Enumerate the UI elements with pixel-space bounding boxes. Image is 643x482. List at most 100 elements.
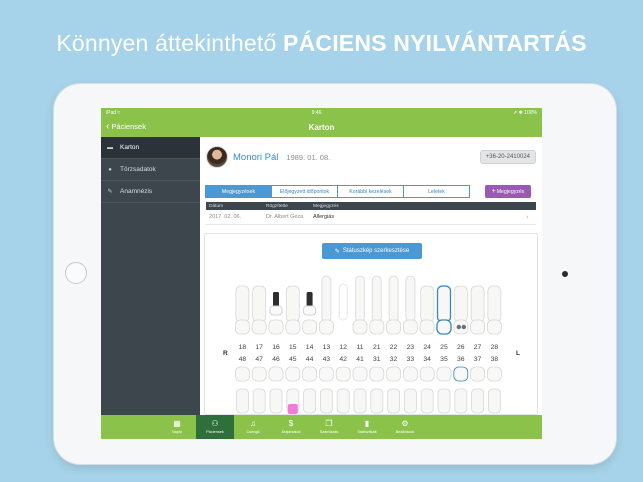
tab-csengo[interactable]: ♫ Csengő — [234, 415, 272, 439]
row-date: 2017. 02. 06. — [209, 214, 242, 220]
notes-table: Dátum Rögzítette Megjegyzés 2017. 02. 06… — [206, 202, 536, 225]
lower-tooth — [487, 388, 501, 414]
tooth-number: 37 — [473, 356, 482, 363]
bell-icon: ♫ — [250, 419, 256, 428]
chevron-left-icon: ‹ — [106, 120, 110, 132]
lower-occlusal — [352, 366, 368, 382]
upper-occlusal — [369, 319, 385, 335]
tab-appointments[interactable]: Előjegyzett időpontok — [271, 185, 338, 198]
upper-occlusal — [268, 319, 284, 335]
lower-tooth — [454, 388, 468, 414]
lower-occlusal — [335, 366, 351, 382]
upper-tooth — [405, 275, 416, 323]
tooth-number: 21 — [372, 344, 381, 351]
lower-occlusal — [470, 366, 486, 382]
upper-tooth — [285, 285, 300, 323]
upper-occlusal — [352, 319, 368, 335]
tooth-number: 22 — [389, 344, 398, 351]
upper-tooth — [355, 275, 365, 323]
tooth-number: 28 — [490, 344, 499, 351]
tab-beallitasok[interactable]: ⚙ Beállítások — [386, 415, 424, 439]
amalgam-filling — [461, 324, 466, 330]
status-bar: iPad ≈ 9:46 ➚ ✱ 100% — [101, 108, 542, 117]
back-button[interactable]: ‹ Páciensek — [106, 120, 146, 132]
tab-label: Számlázás — [319, 430, 339, 434]
tooth-number: 33 — [406, 356, 415, 363]
teeth-chart — [234, 275, 502, 414]
edit-status-label: Státuszkép szerkesztése — [342, 248, 410, 254]
tab-findings[interactable]: Leletek — [403, 185, 470, 198]
patient-header: Monori Pál 1989. 01. 08. +36-20-2410024 — [200, 137, 542, 177]
upper-tooth — [252, 285, 267, 323]
home-button — [65, 262, 87, 284]
tab-treatments[interactable]: Korábbi kezelések — [337, 185, 404, 198]
upper-occlusal — [285, 319, 301, 335]
tab-label: Beállítások — [395, 430, 415, 434]
upper-tooth — [420, 285, 435, 323]
tab-notes[interactable]: Megjegyzések — [205, 185, 272, 198]
tooth-number: 36 — [456, 356, 465, 363]
tooth-number: 24 — [423, 344, 431, 351]
lower-tooth — [471, 388, 485, 414]
lower-tooth — [437, 388, 451, 414]
sidebar-item-label: Anamnézis — [120, 188, 153, 195]
add-note-button[interactable]: + Megjegyzés — [485, 185, 531, 198]
col-by: Rögzítette — [266, 203, 288, 209]
battery-text: ➚ ✱ 100% — [513, 109, 537, 116]
lower-occlusal — [419, 366, 435, 382]
tooth-number: 31 — [372, 356, 381, 363]
upper-tooth — [388, 275, 399, 323]
sidebar-item-anamnezis[interactable]: ✎ Anamnézis — [101, 181, 200, 203]
user-icon: ⚇ — [211, 419, 219, 428]
upper-occlusal — [319, 319, 334, 335]
tab-arajanlatok[interactable]: $ Árajánlatok — [272, 415, 310, 439]
tooth-number: 44 — [305, 356, 314, 363]
highlighted-lower-tooth — [287, 404, 298, 414]
phone-button[interactable]: +36-20-2410024 — [479, 150, 536, 164]
tooth-number: 35 — [440, 356, 448, 363]
lower-occlusal — [369, 366, 385, 382]
tooth-number: 47 — [255, 356, 263, 363]
table-row[interactable]: 2017. 02. 06. Dr. Albert Géza Allergiás … — [206, 210, 536, 225]
amalgam-filling — [456, 324, 461, 330]
right-side-label: R — [223, 350, 228, 357]
row-by: Dr. Albert Géza — [266, 214, 304, 220]
upper-tooth — [453, 285, 468, 323]
tab-szamlazas[interactable]: ❐ Számlázás — [310, 415, 348, 439]
notes-icon: ✎ — [107, 189, 113, 195]
tooth-number: 43 — [322, 356, 331, 363]
sidebar-item-torzsadatok[interactable]: ● Törzsadatok — [101, 159, 200, 181]
tooth-number: 14 — [305, 344, 314, 351]
lower-occlusal — [268, 366, 284, 382]
patient-dob: 1989. 01. 08. — [286, 152, 331, 162]
tab-bar: Megjegyzések Előjegyzett időpontok Koráb… — [205, 185, 470, 198]
headline-bold: PÁCIENS NYILVÁNTARTÁS — [283, 30, 587, 56]
tooth-number: 12 — [339, 344, 347, 351]
tooth-number: 34 — [423, 356, 431, 363]
tab-label: Statisztikák — [357, 430, 377, 434]
tab-paciensek[interactable]: ⚇ Páciensek — [196, 415, 234, 439]
tab-naplo[interactable]: ▦ Napló — [158, 415, 196, 439]
page-title: Karton — [308, 122, 335, 132]
tab-label: Árajánlatok — [281, 430, 301, 434]
tooth-number: 17 — [255, 344, 263, 351]
lower-tooth — [269, 388, 283, 414]
tab-label: Páciensek — [206, 430, 224, 434]
tooth-number: 46 — [272, 356, 280, 363]
dollar-icon: $ — [288, 419, 294, 428]
app-screen: iPad ≈ 9:46 ➚ ✱ 100% ‹ Páciensek Karton … — [101, 108, 542, 439]
missing-tooth-outline — [338, 283, 348, 321]
upper-tooth — [321, 275, 332, 323]
upper-occlusal — [302, 319, 317, 335]
patient-name: Monori Pál — [233, 151, 279, 163]
tooth-number: 38 — [490, 356, 499, 363]
lower-occlusal — [453, 366, 469, 382]
lower-occlusal — [285, 366, 301, 382]
table-header: Dátum Rögzítette Megjegyzés — [206, 202, 536, 210]
upper-occlusal — [234, 319, 250, 335]
tab-statisztikak[interactable]: ▮ Statisztikák — [348, 415, 386, 439]
edit-status-button[interactable]: ✎ Státuszkép szerkesztése — [322, 243, 422, 259]
navigation-bar: ‹ Páciensek Karton — [101, 117, 542, 137]
sidebar-item-karton[interactable]: ▬ Karton — [101, 137, 200, 159]
upper-tooth-numbers: 18 17 16 15 14 13 12 11 21 22 23 24 25 26 27 28 — [234, 344, 503, 351]
